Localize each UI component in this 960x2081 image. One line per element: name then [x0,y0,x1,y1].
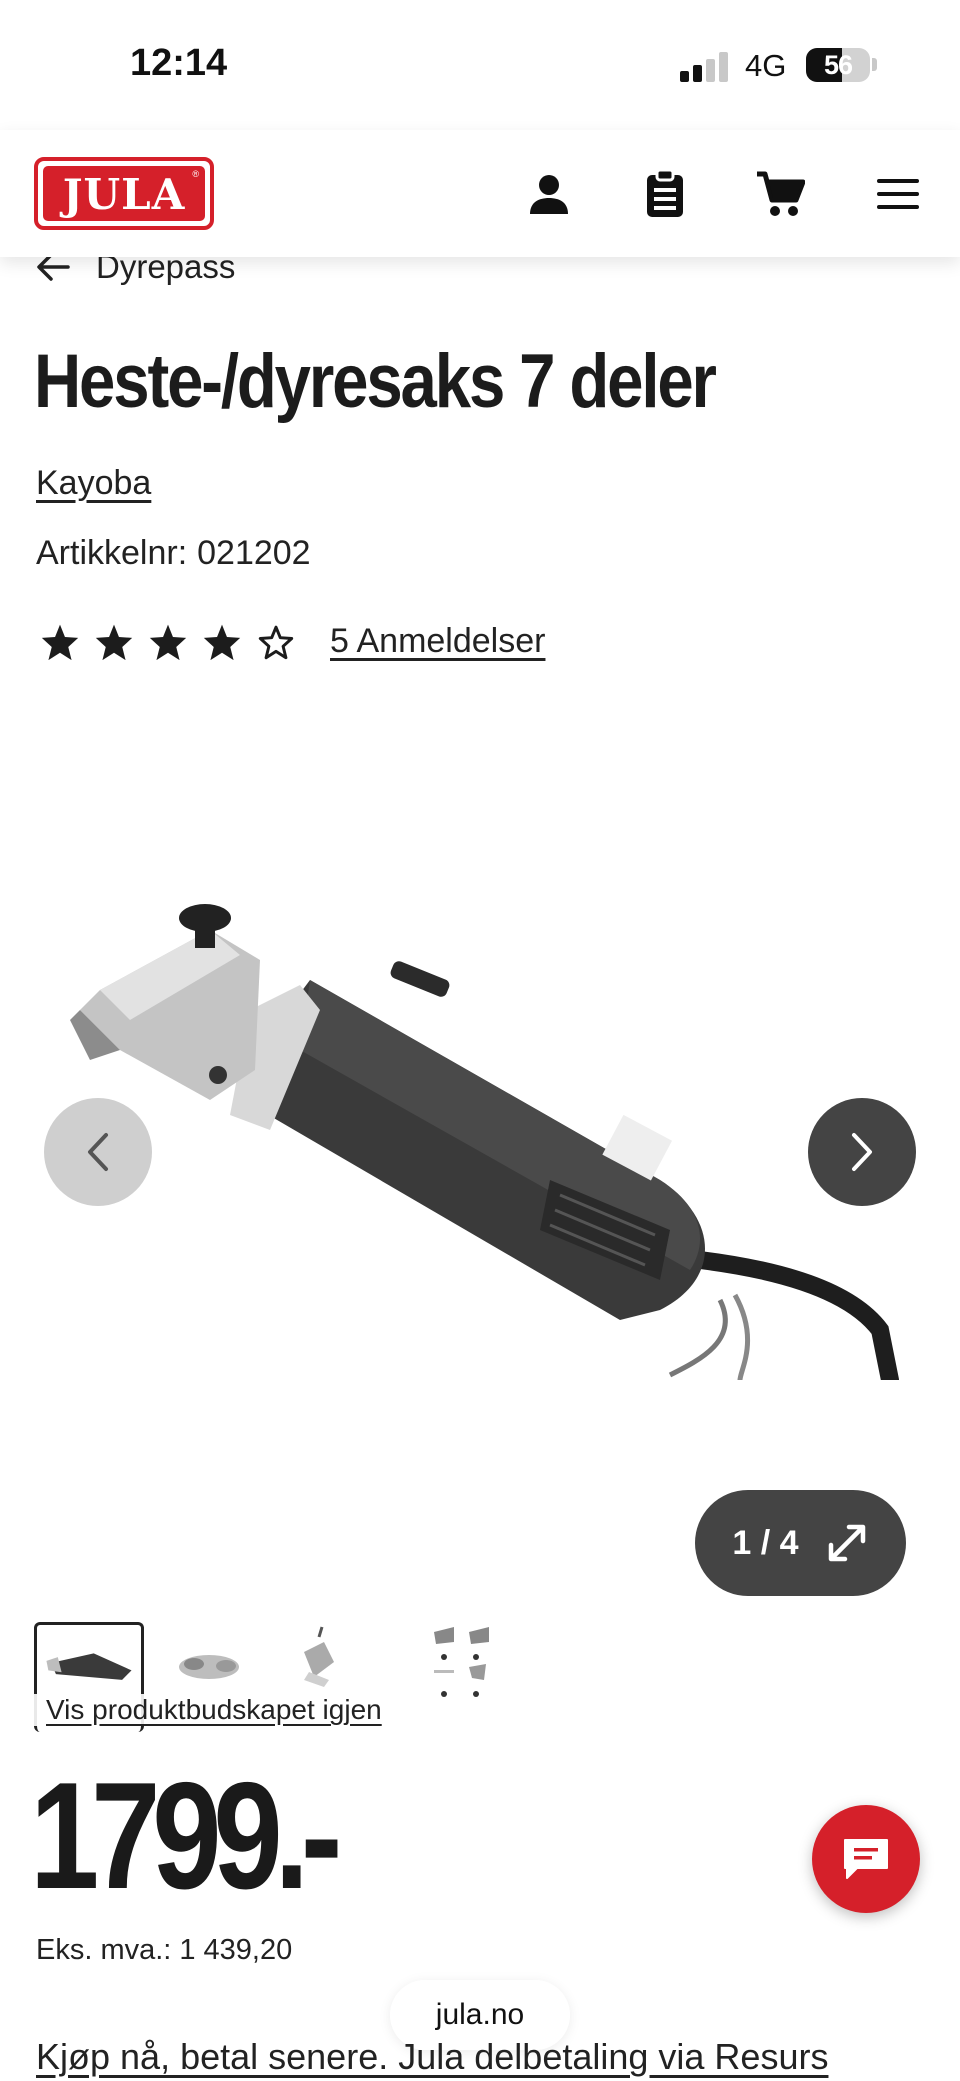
expand-icon [828,1524,865,1562]
clipboard-list-icon[interactable] [637,166,693,222]
ex-vat-label: Eks. mva.: [36,1934,172,1966]
product-gallery[interactable]: 1 / 4 [0,700,960,1620]
thumbnail-4[interactable] [414,1622,524,1732]
gallery-previous-button[interactable] [44,1098,152,1206]
logo-text: JULA [62,170,186,219]
star-filled-icon [95,624,133,660]
product-title: Heste-/dyresaks 7 deler [34,339,717,424]
logo-background: JULA ® [43,166,205,221]
price-ex-vat: Eks. mva.: 1 439,20 [36,1934,292,1967]
article-number-value: 021202 [197,534,311,572]
product-price: 1799.- [30,1751,342,1921]
article-number: Artikkelnr: 021202 [36,534,311,573]
signal-strength-icon [680,52,732,82]
battery-level: 56 [823,50,853,80]
gallery-counter-fullscreen-button[interactable]: 1 / 4 [695,1490,906,1596]
star-outline-icon [258,625,294,659]
article-number-label: Artikkelnr: [36,534,188,572]
hamburger-menu-icon[interactable] [870,166,926,222]
reviews-link[interactable]: 5 Anmeldelser [330,622,545,661]
chevron-left-icon [88,1133,108,1171]
product-image-horse-clipper[interactable] [60,900,900,1380]
user-icon[interactable] [521,166,577,222]
product-rating: 5 Anmeldelser [40,622,545,661]
browser-domain: jula.no [435,1998,525,2031]
star-filled-icon [41,624,79,660]
chat-bubble-icon [844,1839,888,1879]
registered-mark: ® [192,169,199,179]
shopping-cart-icon[interactable] [752,166,808,222]
star-filled-icon [149,624,187,660]
star-filled-icon [203,624,241,660]
status-time: 12:14 [130,42,228,84]
gallery-counter: 1 / 4 [732,1523,799,1562]
chevron-right-icon [852,1133,872,1171]
gallery-next-button[interactable] [808,1098,916,1206]
site-header: JULA ® [0,130,960,257]
brand-link[interactable]: Kayoba [36,464,151,503]
status-bar: 12:14 4G 56 [0,0,960,130]
jula-logo[interactable]: JULA ® [34,157,214,230]
financing-link[interactable]: Kjøp nå, betal senere. Jula delbetaling … [36,2036,828,2078]
battery-nub [872,58,877,71]
ex-vat-value: 1 439,20 [179,1934,293,1966]
network-type: 4G [745,48,787,83]
battery-icon: 56 [806,48,870,82]
rating-stars [40,623,296,661]
chat-button[interactable] [812,1805,920,1913]
show-product-message-link[interactable]: Vis produktbudskapet igjen [34,1694,394,1726]
